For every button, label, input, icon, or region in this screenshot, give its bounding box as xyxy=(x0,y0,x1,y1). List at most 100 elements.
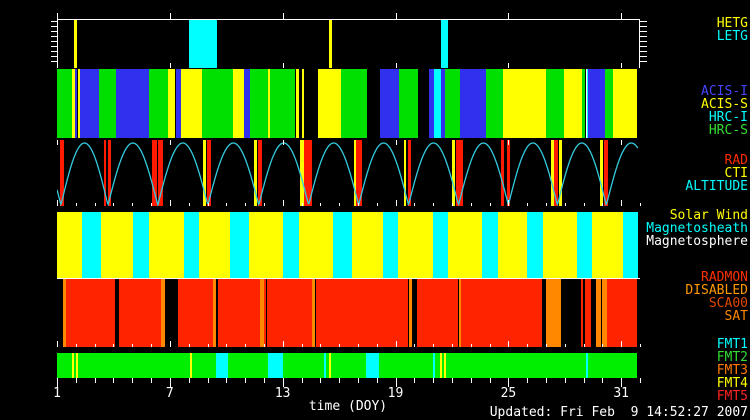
x-axis-tick xyxy=(226,344,227,347)
radzone-segment-radmon xyxy=(581,279,583,347)
sim-segment-acis-i xyxy=(460,69,486,138)
x-axis-tick xyxy=(414,344,415,347)
x-axis-tick xyxy=(339,203,340,206)
sim-segment-hrc-s xyxy=(445,69,460,138)
x-axis-tick xyxy=(57,140,58,145)
x-axis-tick xyxy=(113,203,114,206)
x-axis-tick xyxy=(565,378,566,383)
sim-segment-hrc-s xyxy=(546,69,564,138)
x-axis-tick xyxy=(414,378,415,383)
region-segment-magnetosheath xyxy=(577,212,592,278)
x-axis-tick xyxy=(208,203,209,206)
radzone-segment-disabled xyxy=(213,279,216,347)
y-axis-tick xyxy=(51,51,57,52)
x-axis-tick xyxy=(452,344,453,347)
x-axis-tick xyxy=(396,63,397,68)
x-axis-tick xyxy=(602,378,603,383)
x-axis-tick xyxy=(358,344,359,347)
format-segment-fmt2 xyxy=(57,353,637,378)
x-axis-tick xyxy=(113,378,114,383)
region-segment-magnetosheath xyxy=(333,212,352,278)
axis-line xyxy=(57,19,58,68)
y-axis-tick xyxy=(640,56,647,57)
x-axis-tick xyxy=(189,203,190,206)
x-axis-tick xyxy=(170,200,171,206)
radzone-segment-radmon xyxy=(178,279,213,347)
x-axis-tick xyxy=(471,378,472,383)
x-axis-tick xyxy=(245,378,246,383)
x-axis-tick xyxy=(339,378,340,383)
y-axis-tick xyxy=(640,61,647,62)
x-axis-tick xyxy=(245,203,246,206)
x-axis-tick xyxy=(170,140,171,145)
sim-segment-hrc-s xyxy=(399,69,418,138)
radzone-segment-disabled xyxy=(596,279,601,347)
panel-gratings xyxy=(57,19,640,68)
x-axis-tick xyxy=(433,203,434,206)
x-axis-tick xyxy=(621,200,622,206)
sim-segment-hrc-s xyxy=(270,69,296,138)
x-tick-label: 19 xyxy=(388,386,404,401)
sim-segment-none xyxy=(304,69,318,138)
x-axis-tick xyxy=(584,344,585,347)
x-axis-tick xyxy=(339,344,340,347)
x-axis-tick xyxy=(621,63,622,68)
x-axis-tick xyxy=(302,203,303,206)
x-axis-tick xyxy=(546,203,547,206)
sim-segment-none xyxy=(367,69,379,138)
x-axis-tick xyxy=(320,203,321,206)
x-axis-tick xyxy=(302,378,303,383)
x-tick-label: 25 xyxy=(501,386,517,401)
region-segment-magnetosheath xyxy=(433,212,448,278)
x-axis-tick xyxy=(396,200,397,206)
x-axis-tick xyxy=(508,140,509,145)
format-segment-fmt4 xyxy=(72,353,74,378)
x-axis-tick xyxy=(320,378,321,383)
radzone-segment-disabled xyxy=(409,279,413,347)
radzone-segment-radmon xyxy=(585,279,591,347)
x-axis-tick xyxy=(245,344,246,347)
x-axis-tick xyxy=(640,344,641,347)
x-axis-tick xyxy=(264,203,265,206)
x-axis-tick xyxy=(433,344,434,347)
sim-segment-hrc-s xyxy=(341,69,367,138)
x-axis-tick xyxy=(189,378,190,383)
x-axis-tick xyxy=(76,344,77,347)
x-axis-tick xyxy=(640,378,641,383)
y-axis-tick xyxy=(640,26,647,27)
radzone-segment-disabled xyxy=(546,279,561,347)
altitude-curve xyxy=(57,140,640,206)
radzone-segment-radmon xyxy=(218,279,260,347)
x-axis-tick xyxy=(95,378,96,383)
x-axis-tick xyxy=(151,203,152,206)
x-axis-tick xyxy=(377,344,378,347)
format-segment-fmt1 xyxy=(324,353,326,378)
y-axis-tick xyxy=(51,31,57,32)
x-axis-tick xyxy=(283,140,284,145)
x-axis-tick xyxy=(283,341,284,347)
x-axis-tick xyxy=(546,378,547,383)
region-segment-magnetosheath xyxy=(230,212,249,278)
x-axis-tick xyxy=(621,13,622,19)
sim-segment-hrc-s xyxy=(57,69,72,138)
label-magnetosphere: Magnetosphere xyxy=(646,235,748,248)
x-axis-tick xyxy=(151,344,152,347)
sim-segment-acis-i xyxy=(380,69,399,138)
gratings-segment-hetg xyxy=(74,19,77,68)
x-axis-tick xyxy=(57,200,58,206)
format-segment-fmt4 xyxy=(440,353,442,378)
x-axis-tick xyxy=(283,63,284,68)
y-axis-tick xyxy=(51,41,57,42)
sim-segment-acis-s xyxy=(613,69,637,138)
format-segment-fmt1 xyxy=(433,353,435,378)
region-segment-magnetosheath xyxy=(82,212,101,278)
sim-segment-hrc-s xyxy=(486,69,503,138)
sim-segment-acis-s xyxy=(233,69,245,138)
x-axis-tick xyxy=(565,203,566,206)
x-axis-tick xyxy=(414,203,415,206)
y-axis-tick xyxy=(640,41,647,42)
radzone-segment-radmon xyxy=(66,279,115,347)
x-axis-tick xyxy=(57,341,58,347)
sim-segment-hrc-s xyxy=(149,69,168,138)
sim-segment-acis-i xyxy=(588,69,605,138)
